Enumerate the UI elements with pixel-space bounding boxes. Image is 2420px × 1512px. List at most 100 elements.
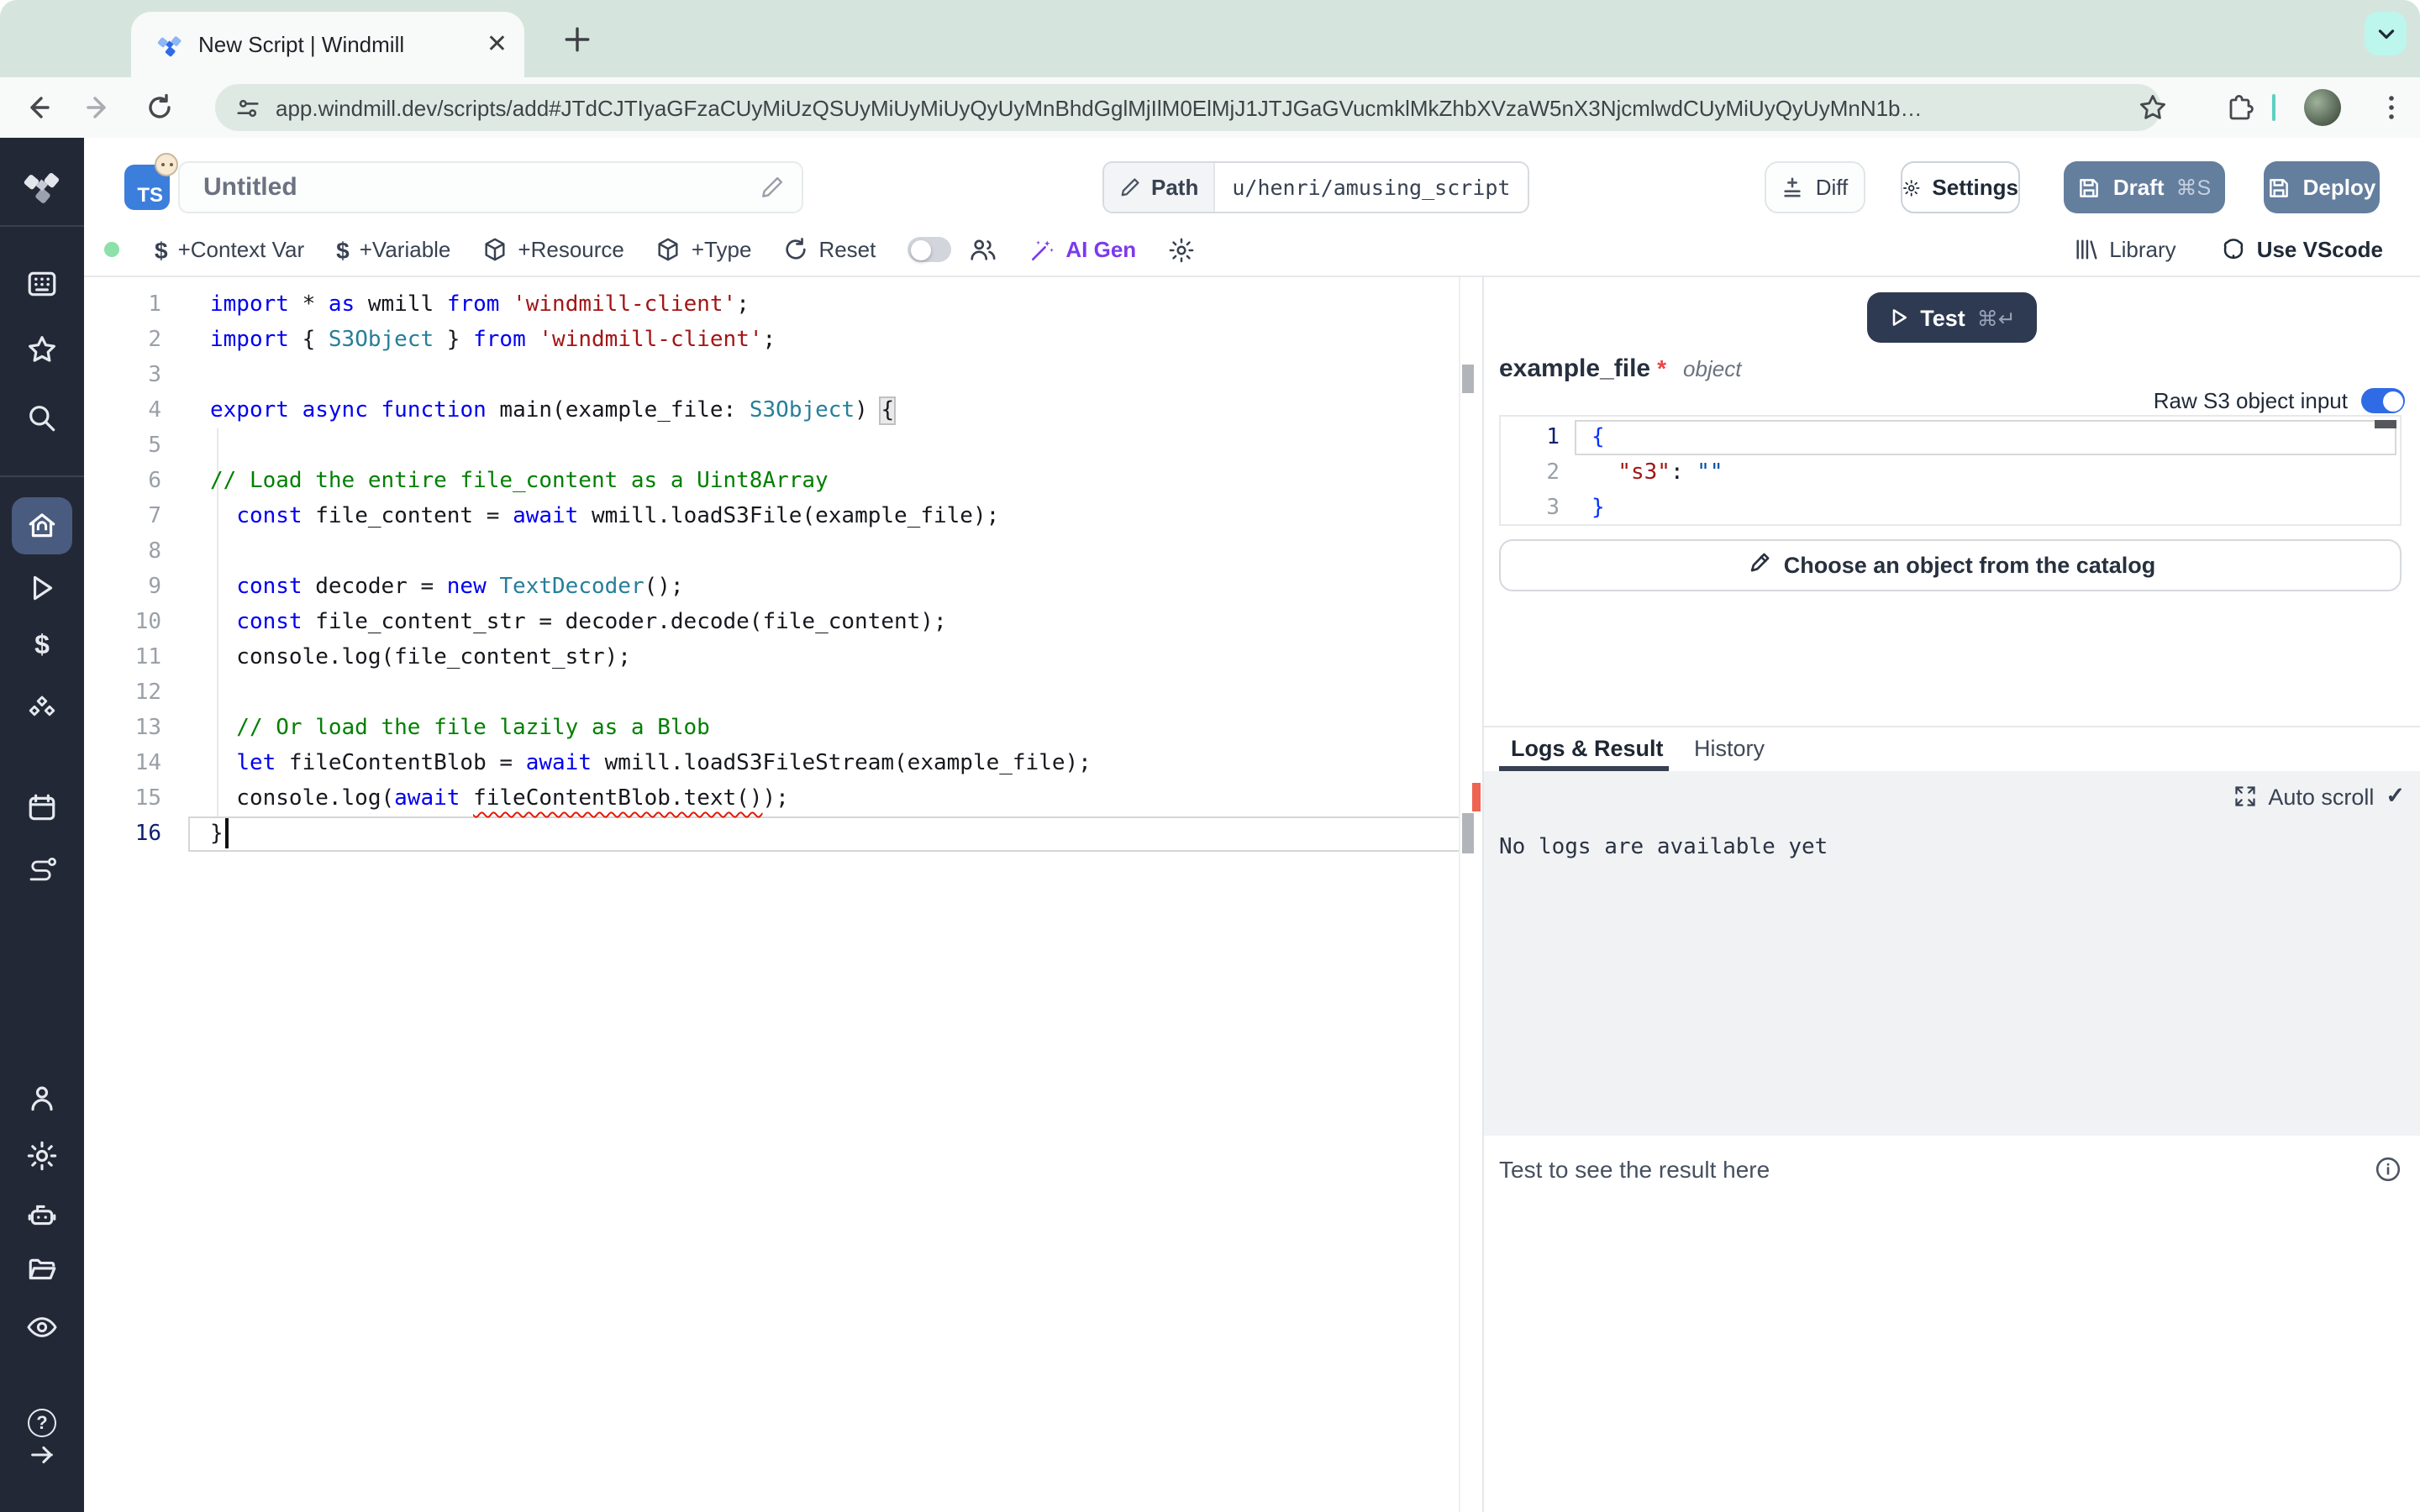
browser-menu-icon[interactable] (2376, 92, 2407, 123)
url-text: app.windmill.dev/scripts/add#JTdCJTIyaGF… (276, 95, 1923, 120)
scrollbar-thumb[interactable] (2375, 420, 2396, 428)
use-vscode-button[interactable]: Use VScode (2220, 236, 2383, 263)
info-icon[interactable] (2375, 1156, 2402, 1183)
new-tab-button[interactable] (556, 18, 597, 59)
edit-name-pencil-icon[interactable] (760, 175, 785, 200)
sidebar-item-schedules[interactable] (26, 792, 58, 824)
diff-mode-toggle[interactable] (908, 237, 951, 262)
url-bar[interactable]: app.windmill.dev/scripts/add#JTdCJTIyaGF… (215, 84, 2161, 131)
argument-name: example_file (1499, 354, 1650, 383)
tab-title: New Script | Windmill (198, 32, 487, 57)
github-cat-icon (2220, 236, 2247, 263)
draft-shortcut: ⌘S (2176, 175, 2212, 200)
tab-close-icon[interactable]: ✕ (487, 32, 508, 57)
path-label-section[interactable]: Path (1104, 163, 1215, 212)
scrollbar-thumb[interactable] (1462, 813, 1474, 853)
back-icon[interactable] (24, 92, 54, 123)
script-name-input[interactable]: Untitled (178, 161, 803, 213)
package-icon (482, 237, 508, 262)
json-input-editor[interactable]: 123 { "s3": ""} (1499, 415, 2402, 526)
logs-area: Auto scroll ✓ No logs are available yet (1484, 771, 2420, 1136)
result-area: Test to see the result here (1484, 1136, 2420, 1512)
sidebar-item-apps[interactable] (26, 268, 58, 300)
browser-toolbar: app.windmill.dev/scripts/add#JTdCJTIyaGF… (0, 77, 2420, 138)
sidebar-item-flows[interactable] (25, 853, 59, 887)
sidebar-item-resources[interactable] (25, 692, 59, 726)
argument-type: object (1683, 356, 1741, 381)
edit-path-pencil-icon (1119, 176, 1141, 198)
sidebar-item-audit-logs[interactable] (25, 1310, 59, 1344)
auto-scroll-control[interactable]: Auto scroll ✓ (2233, 783, 2405, 810)
dollar-icon: $ (155, 236, 168, 263)
raw-s3-toggle[interactable] (2361, 388, 2405, 413)
forward-icon[interactable] (82, 92, 113, 123)
expand-sidebar-icon[interactable] (28, 1441, 56, 1469)
result-placeholder: Test to see the result here (1499, 1156, 1770, 1183)
editor-settings-gear-icon[interactable] (1168, 236, 1195, 263)
library-button[interactable]: Library (2074, 237, 2176, 262)
reload-icon[interactable] (145, 92, 175, 123)
sidebar-item-variables[interactable]: $ (34, 632, 50, 662)
ai-gen-button[interactable]: AI Gen (1028, 236, 1136, 263)
choose-object-button[interactable]: Choose an object from the catalog (1499, 539, 2402, 591)
text-cursor (225, 818, 228, 848)
check-icon: ✓ (2386, 783, 2405, 810)
status-dot (104, 242, 119, 257)
diff-icon (1782, 176, 1804, 198)
profile-avatar[interactable] (2304, 89, 2341, 126)
windmill-logo-icon[interactable] (22, 166, 62, 207)
preview-panel: Test ⌘↵ example_file* object Raw S3 obje… (1484, 277, 2420, 1512)
expand-icon (2233, 785, 2256, 808)
add-variable-button[interactable]: $+Variable (336, 236, 450, 263)
deploy-button[interactable]: Deploy (2264, 161, 2380, 213)
sidebar-item-folders[interactable] (26, 1254, 58, 1286)
tab-history[interactable]: History (1694, 736, 1765, 761)
extensions-icon[interactable] (2225, 92, 2255, 123)
sidebar-item-search[interactable] (26, 402, 58, 434)
bun-runtime-icon (155, 153, 178, 176)
path-field[interactable]: Path u/henri/amusing_script (1102, 161, 1529, 213)
site-settings-icon[interactable] (235, 95, 260, 120)
scrollbar-thumb[interactable] (1462, 365, 1474, 393)
collaborators-icon[interactable] (968, 235, 997, 264)
required-asterisk: * (1657, 354, 1666, 381)
sidebar-item-home[interactable] (26, 510, 58, 542)
argument-header: example_file * object (1499, 354, 1741, 383)
scrollbar-track (1459, 277, 1460, 1512)
draft-button[interactable]: Draft ⌘S (2064, 161, 2225, 213)
current-line-highlight (188, 816, 1460, 851)
toolbar-separator (2272, 94, 2275, 121)
save-icon (2078, 176, 2102, 199)
pipette-icon (1745, 553, 1770, 578)
test-shortcut: ⌘↵ (1977, 305, 2016, 330)
error-marker (1472, 783, 1481, 811)
sidebar-item-users[interactable] (26, 1083, 58, 1115)
sidebar-divider (0, 475, 84, 477)
code-editor[interactable]: 12345678910111213141516 import * as wmil… (84, 277, 1484, 1512)
save-icon (2268, 176, 2291, 199)
add-context-var-button[interactable]: $+Context Var (155, 236, 304, 263)
magic-wand-icon (1028, 236, 1055, 263)
reset-button[interactable]: Reset (783, 237, 876, 262)
browser-window: New Script | Windmill ✕ app.windmill.dev… (0, 0, 2420, 1512)
script-name: Untitled (203, 173, 760, 202)
tab-search-chevron-button[interactable] (2365, 12, 2407, 55)
test-button[interactable]: Test ⌘↵ (1867, 292, 2037, 343)
diff-button[interactable]: Diff (1765, 161, 1865, 213)
sidebar-item-favorites[interactable] (26, 333, 58, 365)
package-icon (656, 237, 681, 262)
settings-button[interactable]: Settings (1901, 161, 2020, 213)
help-icon[interactable]: ? (28, 1409, 56, 1437)
tab-logs-result[interactable]: Logs & Result (1511, 736, 1664, 761)
add-resource-button[interactable]: +Resource (482, 237, 623, 262)
path-label: Path (1151, 175, 1198, 200)
add-type-button[interactable]: +Type (656, 237, 752, 262)
browser-tab[interactable]: New Script | Windmill ✕ (131, 12, 524, 77)
sidebar-item-settings[interactable] (26, 1140, 58, 1172)
current-line-highlight (1575, 420, 2396, 455)
sidebar-item-runs[interactable] (26, 572, 58, 604)
sidebar-item-workers[interactable] (26, 1199, 58, 1231)
bookmark-star-icon[interactable] (2138, 92, 2168, 123)
editor-toolbar: $+Context Var $+Variable +Resource +Type… (84, 223, 2420, 277)
no-logs-message: No logs are available yet (1499, 835, 1828, 860)
